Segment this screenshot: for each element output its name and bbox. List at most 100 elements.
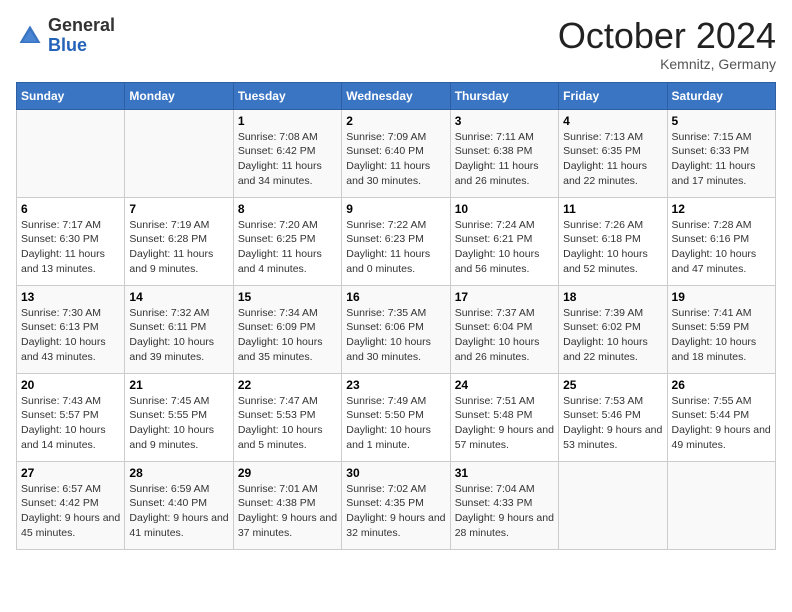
calendar-cell: 30Sunrise: 7:02 AMSunset: 4:35 PMDayligh… [342, 461, 450, 549]
day-number: 28 [129, 466, 228, 480]
location: Kemnitz, Germany [558, 56, 776, 72]
calendar-cell: 14Sunrise: 7:32 AMSunset: 6:11 PMDayligh… [125, 285, 233, 373]
day-info: Sunrise: 7:09 AMSunset: 6:40 PMDaylight:… [346, 130, 445, 189]
calendar-cell: 19Sunrise: 7:41 AMSunset: 5:59 PMDayligh… [667, 285, 775, 373]
day-number: 6 [21, 202, 120, 216]
day-number: 7 [129, 202, 228, 216]
calendar-cell: 23Sunrise: 7:49 AMSunset: 5:50 PMDayligh… [342, 373, 450, 461]
calendar-cell: 26 Sunrise: 7:55 AMSunset: 5:44 PMDayligh… [667, 373, 775, 461]
day-number: 24 [455, 378, 554, 392]
day-number: 15 [238, 290, 337, 304]
calendar-cell [125, 109, 233, 197]
calendar-week-row: 20 Sunrise: 7:43 AMSunset: 5:57 PMDayligh… [17, 373, 776, 461]
day-info: Sunrise: 7:34 AMSunset: 6:09 PMDaylight:… [238, 306, 337, 365]
day-number: 4 [563, 114, 662, 128]
calendar-week-row: 1 Sunrise: 7:08 AMSunset: 6:42 PMDaylight… [17, 109, 776, 197]
day-number: 18 [563, 290, 662, 304]
calendar-cell: 18Sunrise: 7:39 AMSunset: 6:02 PMDayligh… [559, 285, 667, 373]
day-number: 1 [238, 114, 337, 128]
day-number: 11 [563, 202, 662, 216]
day-info: Sunrise: 7:01 AMSunset: 4:38 PMDaylight:… [238, 482, 337, 541]
day-info: Sunrise: 7:55 AMSunset: 5:44 PMDaylight:… [672, 394, 771, 453]
day-number: 22 [238, 378, 337, 392]
calendar-week-row: 6 Sunrise: 7:17 AMSunset: 6:30 PMDaylight… [17, 197, 776, 285]
day-info: Sunrise: 7:30 AMSunset: 6:13 PMDaylight:… [21, 306, 120, 365]
calendar-cell: 1 Sunrise: 7:08 AMSunset: 6:42 PMDaylight… [233, 109, 341, 197]
day-number: 26 [672, 378, 771, 392]
calendar-week-row: 13 Sunrise: 7:30 AMSunset: 6:13 PMDayligh… [17, 285, 776, 373]
calendar-cell: 25Sunrise: 7:53 AMSunset: 5:46 PMDayligh… [559, 373, 667, 461]
day-number: 8 [238, 202, 337, 216]
day-info: Sunrise: 7:13 AMSunset: 6:35 PMDaylight:… [563, 130, 662, 189]
day-info: Sunrise: 7:53 AMSunset: 5:46 PMDaylight:… [563, 394, 662, 453]
day-number: 3 [455, 114, 554, 128]
logo-general: General [48, 15, 115, 35]
calendar-cell: 7Sunrise: 7:19 AMSunset: 6:28 PMDaylight… [125, 197, 233, 285]
title-block: October 2024 Kemnitz, Germany [558, 16, 776, 72]
calendar-cell: 11 Sunrise: 7:26 AMSunset: 6:18 PMDayligh… [559, 197, 667, 285]
day-number: 13 [21, 290, 120, 304]
day-number: 27 [21, 466, 120, 480]
logo-blue: Blue [48, 35, 87, 55]
day-info: Sunrise: 7:41 AMSunset: 5:59 PMDaylight:… [672, 306, 771, 365]
calendar-cell: 5 Sunrise: 7:15 AMSunset: 6:33 PMDaylight… [667, 109, 775, 197]
day-number: 12 [672, 202, 771, 216]
calendar-cell: 21Sunrise: 7:45 AMSunset: 5:55 PMDayligh… [125, 373, 233, 461]
calendar-cell [17, 109, 125, 197]
day-info: Sunrise: 7:24 AMSunset: 6:21 PMDaylight:… [455, 218, 554, 277]
day-info: Sunrise: 7:04 AMSunset: 4:33 PMDaylight:… [455, 482, 554, 541]
day-number: 5 [672, 114, 771, 128]
weekday-header: Saturday [667, 82, 775, 109]
day-number: 16 [346, 290, 445, 304]
day-info: Sunrise: 7:47 AMSunset: 5:53 PMDaylight:… [238, 394, 337, 453]
day-number: 17 [455, 290, 554, 304]
weekday-header: Wednesday [342, 82, 450, 109]
calendar-cell [559, 461, 667, 549]
calendar-cell: 2 Sunrise: 7:09 AMSunset: 6:40 PMDaylight… [342, 109, 450, 197]
calendar-cell: 22 Sunrise: 7:47 AMSunset: 5:53 PMDayligh… [233, 373, 341, 461]
calendar-cell: 8 Sunrise: 7:20 AMSunset: 6:25 PMDaylight… [233, 197, 341, 285]
day-info: Sunrise: 7:51 AMSunset: 5:48 PMDaylight:… [455, 394, 554, 453]
weekday-header-row: SundayMondayTuesdayWednesdayThursdayFrid… [17, 82, 776, 109]
day-number: 20 [21, 378, 120, 392]
weekday-header: Friday [559, 82, 667, 109]
day-info: Sunrise: 7:08 AMSunset: 6:42 PMDaylight:… [238, 130, 337, 189]
calendar-cell: 12 Sunrise: 7:28 AMSunset: 6:16 PMDayligh… [667, 197, 775, 285]
day-info: Sunrise: 7:11 AMSunset: 6:38 PMDaylight:… [455, 130, 554, 189]
calendar-cell: 9 Sunrise: 7:22 AMSunset: 6:23 PMDaylight… [342, 197, 450, 285]
day-info: Sunrise: 7:45 AMSunset: 5:55 PMDaylight:… [129, 394, 228, 453]
day-info: Sunrise: 6:59 AMSunset: 4:40 PMDaylight:… [129, 482, 228, 541]
calendar-cell: 13 Sunrise: 7:30 AMSunset: 6:13 PMDayligh… [17, 285, 125, 373]
day-info: Sunrise: 6:57 AMSunset: 4:42 PMDaylight:… [21, 482, 120, 541]
day-info: Sunrise: 7:43 AMSunset: 5:57 PMDaylight:… [21, 394, 120, 453]
day-info: Sunrise: 7:28 AMSunset: 6:16 PMDaylight:… [672, 218, 771, 277]
calendar-week-row: 27 Sunrise: 6:57 AMSunset: 4:42 PMDayligh… [17, 461, 776, 549]
calendar-cell: 28 Sunrise: 6:59 AMSunset: 4:40 PMDayligh… [125, 461, 233, 549]
day-info: Sunrise: 7:22 AMSunset: 6:23 PMDaylight:… [346, 218, 445, 277]
page-header: General Blue October 2024 Kemnitz, Germa… [16, 16, 776, 72]
day-info: Sunrise: 7:26 AMSunset: 6:18 PMDaylight:… [563, 218, 662, 277]
day-number: 9 [346, 202, 445, 216]
month-title: October 2024 [558, 16, 776, 56]
day-info: Sunrise: 7:15 AMSunset: 6:33 PMDaylight:… [672, 130, 771, 189]
day-info: Sunrise: 7:02 AMSunset: 4:35 PMDaylight:… [346, 482, 445, 541]
day-number: 2 [346, 114, 445, 128]
calendar-cell: 27 Sunrise: 6:57 AMSunset: 4:42 PMDayligh… [17, 461, 125, 549]
day-number: 10 [455, 202, 554, 216]
calendar-table: SundayMondayTuesdayWednesdayThursdayFrid… [16, 82, 776, 550]
weekday-header: Tuesday [233, 82, 341, 109]
day-info: Sunrise: 7:17 AMSunset: 6:30 PMDaylight:… [21, 218, 120, 277]
day-number: 31 [455, 466, 554, 480]
calendar-cell: 6 Sunrise: 7:17 AMSunset: 6:30 PMDaylight… [17, 197, 125, 285]
calendar-cell: 20 Sunrise: 7:43 AMSunset: 5:57 PMDayligh… [17, 373, 125, 461]
day-info: Sunrise: 7:35 AMSunset: 6:06 PMDaylight:… [346, 306, 445, 365]
day-info: Sunrise: 7:20 AMSunset: 6:25 PMDaylight:… [238, 218, 337, 277]
calendar-cell: 24 Sunrise: 7:51 AMSunset: 5:48 PMDayligh… [450, 373, 558, 461]
day-info: Sunrise: 7:37 AMSunset: 6:04 PMDaylight:… [455, 306, 554, 365]
calendar-cell: 4 Sunrise: 7:13 AMSunset: 6:35 PMDaylight… [559, 109, 667, 197]
calendar-cell: 29 Sunrise: 7:01 AMSunset: 4:38 PMDayligh… [233, 461, 341, 549]
day-info: Sunrise: 7:32 AMSunset: 6:11 PMDaylight:… [129, 306, 228, 365]
weekday-header: Monday [125, 82, 233, 109]
calendar-cell: 15 Sunrise: 7:34 AMSunset: 6:09 PMDayligh… [233, 285, 341, 373]
day-number: 29 [238, 466, 337, 480]
